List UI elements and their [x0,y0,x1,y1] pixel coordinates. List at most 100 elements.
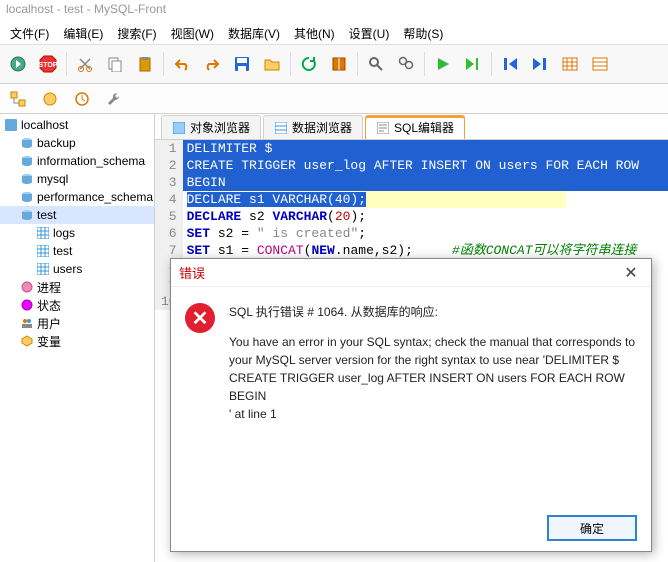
ok-button[interactable]: 确定 [547,515,637,541]
run-icon[interactable] [4,50,32,78]
redo-icon[interactable] [198,50,226,78]
database-icon [20,154,34,168]
book-icon[interactable] [325,50,353,78]
close-icon[interactable]: ✕ [619,263,643,283]
cut-icon[interactable] [71,50,99,78]
tree-label: test [37,208,56,222]
last-icon[interactable] [526,50,554,78]
menu-view[interactable]: 视图(W) [165,24,220,42]
tree-variables[interactable]: 变量 [0,332,154,350]
tab-label: 对象浏览器 [190,119,250,136]
menu-help[interactable]: 帮助(S) [397,24,449,42]
code-line: SET s1 = CONCAT(NEW.name,s2); #函数CONCAT可… [183,242,668,259]
tree-toggle-icon[interactable] [4,85,32,113]
paste-icon[interactable] [131,50,159,78]
database-icon [20,190,34,204]
table-icon [36,244,50,258]
save-icon[interactable] [228,50,256,78]
first-icon[interactable] [496,50,524,78]
dialog-titlebar: 错误 ✕ [171,259,651,287]
window-title: localhost - test - MySQL-Front [0,0,668,22]
menu-file[interactable]: 文件(F) [4,24,55,42]
tab-sql-editor[interactable]: SQL编辑器 [365,115,465,139]
copy-icon[interactable] [101,50,129,78]
server-icon [4,118,18,132]
code-line: CREATE TRIGGER user_log AFTER INSERT ON … [183,157,668,174]
tree-label: 状态 [37,297,61,314]
grid2-icon[interactable] [586,50,614,78]
dialog-title-text: 错误 [179,263,205,282]
stop-icon[interactable]: STOP [34,50,62,78]
code-line: DELIMITER $ [183,140,668,157]
sub-toolbar [0,84,668,114]
tree-users[interactable]: 用户 [0,314,154,332]
table-icon [36,262,50,276]
tree-db-test[interactable]: test [0,206,154,224]
code-line: BEGIN [183,174,668,191]
box-icon [20,334,34,348]
tree-db-mysql[interactable]: mysql [0,170,154,188]
menu-other[interactable]: 其他(N) [288,24,341,42]
tree-processes[interactable]: 进程 [0,278,154,296]
svg-text:STOP: STOP [39,62,58,69]
tree-label: users [53,262,82,276]
table-icon [36,226,50,240]
tree-table-test[interactable]: test [0,242,154,260]
tree-label: backup [37,136,76,150]
menu-bar: 文件(F) 编辑(E) 搜索(F) 视图(W) 数据库(V) 其他(N) 设置(… [0,22,668,44]
main-toolbar: STOP [0,44,668,84]
tree-table-users[interactable]: users [0,260,154,278]
tree-root[interactable]: localhost [0,116,154,134]
code-line: DECLARE s1 VARCHAR(40); [183,191,668,208]
dialog-headline: SQL 执行错误 # 1064. 从数据库的响应: [229,303,637,321]
editor-tabs: 对象浏览器 数据浏览器 SQL编辑器 [155,114,668,140]
users-icon [20,316,34,330]
tree-label: 变量 [37,333,61,350]
status-icon [20,298,34,312]
tree-label: 进程 [37,279,61,296]
grid1-icon[interactable] [556,50,584,78]
error-icon: ✕ [185,303,215,333]
error-dialog: 错误 ✕ ✕ SQL 执行错误 # 1064. 从数据库的响应: You hav… [170,258,652,552]
search-next-icon[interactable] [392,50,420,78]
clock-icon[interactable] [68,85,96,113]
tree-label: information_schema [37,154,145,168]
undo-icon[interactable] [168,50,196,78]
code-line: DECLARE s2 VARCHAR(20); [183,208,668,225]
menu-settings[interactable]: 设置(U) [343,24,396,42]
tree-db-backup[interactable]: backup [0,134,154,152]
code-line: SET s2 = " is created"; [183,225,668,242]
refresh-icon[interactable] [295,50,323,78]
database-icon [20,136,34,150]
gear-icon [20,280,34,294]
sql-icon [376,121,390,135]
tree-label: logs [53,226,75,240]
tree-label: localhost [21,118,68,132]
search-icon[interactable] [362,50,390,78]
tree-label: test [53,244,72,258]
open-icon[interactable] [258,50,286,78]
tree-db-infoschema[interactable]: information_schema [0,152,154,170]
tab-label: 数据浏览器 [292,119,352,136]
execute-icon[interactable] [429,50,457,78]
tree-table-logs[interactable]: logs [0,224,154,242]
tree-db-perfschema[interactable]: performance_schema [0,188,154,206]
tab-data-browser[interactable]: 数据浏览器 [263,115,363,139]
database-icon [20,172,34,186]
tab-object-browser[interactable]: 对象浏览器 [161,115,261,139]
menu-database[interactable]: 数据库(V) [222,24,286,42]
menu-search[interactable]: 搜索(F) [111,24,162,42]
grid-icon [172,121,186,135]
dialog-message: SQL 执行错误 # 1064. 从数据库的响应: You have an er… [229,303,637,423]
tab-label: SQL编辑器 [394,119,454,136]
sidebar: localhost backup information_schema mysq… [0,114,155,562]
tree-label: 用户 [37,315,61,332]
dialog-body-text: You have an error in your SQL syntax; ch… [229,333,637,423]
prop-icon[interactable] [36,85,64,113]
tree-label: performance_schema [37,190,153,204]
menu-edit[interactable]: 编辑(E) [57,24,109,42]
tree-label: mysql [37,172,68,186]
wrench-icon[interactable] [100,85,128,113]
tree-status[interactable]: 状态 [0,296,154,314]
execute-step-icon[interactable] [459,50,487,78]
